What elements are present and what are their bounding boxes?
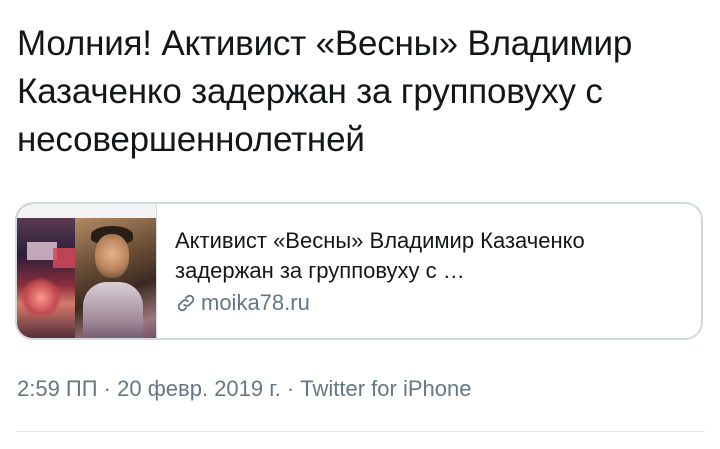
thumbnail-left-photo: [17, 218, 75, 338]
card-body[interactable]: Активист «Весны» Владимир Казаченко заде…: [157, 204, 701, 338]
meta-separator: ·: [97, 376, 118, 401]
tweet-meta: 2:59 ПП · 20 февр. 2019 г. · Twitter for…: [17, 374, 471, 404]
card-title-line: Активист «Весны» Владимир Казаченко: [175, 228, 585, 253]
meta-separator: ·: [280, 376, 301, 401]
card-domain-text: moika78.ru: [201, 290, 310, 315]
tweet-text-line: Казаченко задержан за групповуху с: [17, 72, 603, 111]
link-preview-card[interactable]: Активист «Весны» Владимир Казаченко заде…: [15, 202, 703, 340]
card-domain: moika78.ru: [175, 288, 683, 318]
thumbnail-header-strip: [17, 204, 156, 218]
card-title-line: задержан за групповуху с …: [175, 258, 465, 283]
link-icon: [175, 292, 197, 314]
card-title: Активист «Весны» Владимир Казаченко заде…: [175, 226, 683, 286]
tweet-text-line: несовершеннолетней: [17, 120, 365, 159]
tweet-time[interactable]: 2:59 ПП: [17, 376, 98, 401]
card-thumbnail[interactable]: [17, 204, 157, 338]
tweet-text: Молния! Активист «Весны» Владимир Казаче…: [17, 20, 707, 164]
tweet-text-line: Молния! Активист «Весны» Владимир: [17, 24, 633, 63]
tweet-source[interactable]: Twitter for iPhone: [300, 376, 471, 401]
divider: [17, 431, 705, 432]
tweet-detail: Молния! Активист «Весны» Владимир Казаче…: [0, 0, 720, 449]
tweet-date[interactable]: 20 февр. 2019 г.: [117, 376, 281, 401]
thumbnail-right-photo: [75, 218, 156, 338]
